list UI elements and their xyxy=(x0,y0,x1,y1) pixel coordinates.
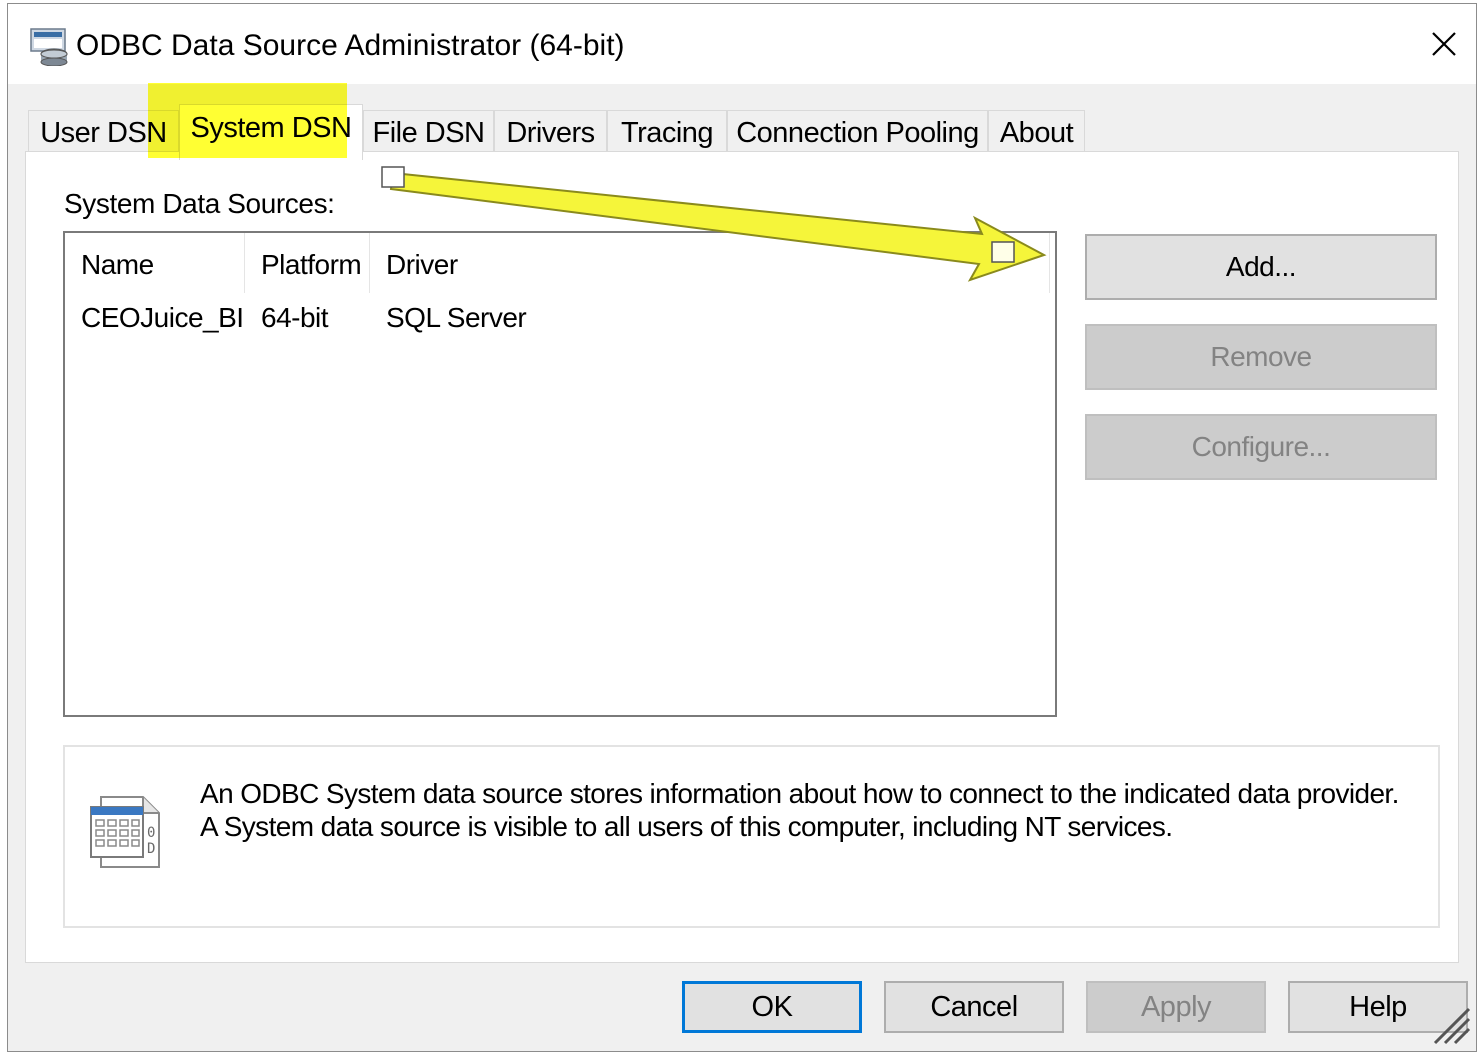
column-header-driver[interactable]: Driver xyxy=(370,233,1050,293)
tab-strip: User DSN System DSN File DSN Drivers Tra… xyxy=(28,104,1128,160)
svg-text:D: D xyxy=(147,841,155,857)
info-line-2: A System data source is visible to all u… xyxy=(200,811,1173,842)
tab-connection-pooling[interactable]: Connection Pooling xyxy=(727,110,988,154)
data-source-file-icon: 0 D xyxy=(90,796,160,868)
cell-name: CEOJuice_BI xyxy=(81,302,244,333)
close-icon xyxy=(1432,32,1456,56)
title-bar[interactable]: ODBC Data Source Administrator (64-bit) xyxy=(8,4,1476,84)
info-line-1: An ODBC System data source stores inform… xyxy=(200,778,1399,809)
add-button[interactable]: Add... xyxy=(1085,234,1437,300)
table-row[interactable]: CEOJuice_BI 64-bit SQL Server xyxy=(65,299,1055,337)
apply-button[interactable]: Apply xyxy=(1086,981,1266,1033)
info-text: An ODBC System data source stores inform… xyxy=(200,777,1399,843)
tab-tracing[interactable]: Tracing xyxy=(607,110,727,154)
column-header-platform[interactable]: Platform xyxy=(245,233,370,293)
tab-user-dsn[interactable]: User DSN xyxy=(28,110,179,154)
remove-button[interactable]: Remove xyxy=(1085,324,1437,390)
info-box: 0 D An ODBC System data source stores in… xyxy=(63,745,1440,928)
odbc-admin-icon xyxy=(30,28,68,66)
system-dsn-panel: System Data Sources: Name Platform Drive… xyxy=(25,151,1459,963)
section-label: System Data Sources: xyxy=(64,188,335,219)
column-header-name[interactable]: Name xyxy=(65,233,245,293)
svg-text:0: 0 xyxy=(147,825,155,841)
odbc-admin-window: ODBC Data Source Administrator (64-bit) … xyxy=(7,3,1477,1052)
close-button[interactable] xyxy=(1412,4,1476,84)
tab-drivers[interactable]: Drivers xyxy=(494,110,607,154)
tab-system-dsn[interactable]: System DSN xyxy=(179,104,363,160)
tab-file-dsn[interactable]: File DSN xyxy=(363,110,494,154)
configure-button[interactable]: Configure... xyxy=(1085,414,1437,480)
data-sources-list[interactable]: Name Platform Driver CEOJuice_BI 64-bit … xyxy=(63,231,1057,717)
cancel-button[interactable]: Cancel xyxy=(884,981,1064,1033)
cell-driver: SQL Server xyxy=(386,302,527,333)
ok-button[interactable]: OK xyxy=(682,981,862,1033)
cell-platform: 64-bit xyxy=(261,302,329,333)
resize-grip-icon[interactable] xyxy=(1429,1003,1473,1047)
window-title: ODBC Data Source Administrator (64-bit) xyxy=(76,29,625,62)
tab-about[interactable]: About xyxy=(988,110,1085,154)
